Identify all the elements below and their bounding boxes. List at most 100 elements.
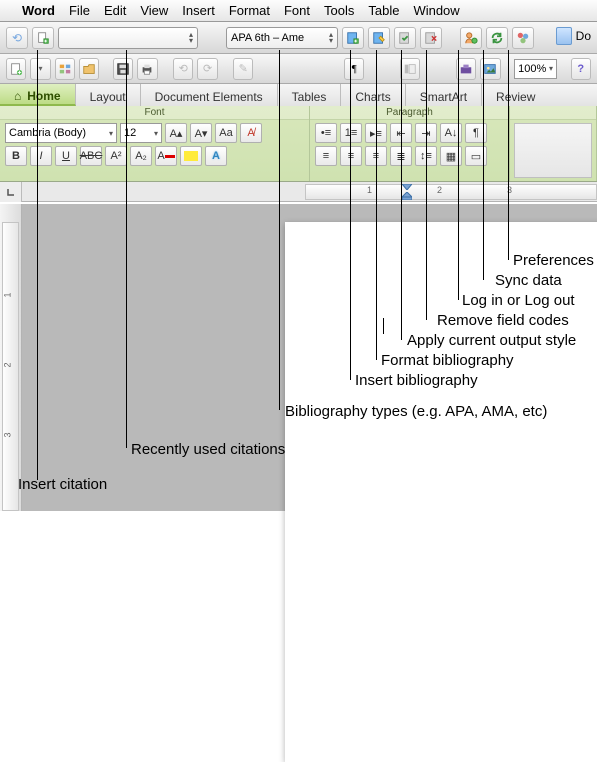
gear-multicolor-icon	[516, 31, 530, 45]
tab-tables-label: Tables	[292, 90, 327, 104]
insert-citation-button[interactable]	[32, 27, 54, 49]
undo-button[interactable]: ⟲	[173, 58, 193, 80]
zoom-field[interactable]: 100%▾	[514, 59, 557, 79]
anno-label-prefs: Preferences	[513, 252, 594, 269]
sidebar-toggle-button[interactable]	[400, 58, 420, 80]
tab-charts[interactable]: Charts	[341, 84, 405, 106]
menu-table[interactable]: Table	[368, 3, 399, 18]
horizontal-ruler[interactable]: 1 2 3	[22, 182, 597, 201]
menu-tools[interactable]: Tools	[324, 3, 354, 18]
italic-button[interactable]: I	[30, 146, 52, 166]
menu-font[interactable]: Font	[284, 3, 310, 18]
citation-back-button[interactable]: ⟲	[6, 27, 28, 49]
menu-format[interactable]: Format	[229, 3, 270, 18]
apply-output-style-button[interactable]	[394, 27, 416, 49]
superscript-button[interactable]: A²	[105, 146, 127, 166]
underline-button[interactable]: U	[55, 146, 77, 166]
ruler-num-1: 1	[367, 185, 372, 195]
document-icon	[556, 27, 572, 45]
anno-label-sync: Sync data	[495, 272, 562, 289]
change-case-button[interactable]: Aa	[215, 123, 237, 143]
text-effects-button[interactable]: A	[205, 146, 227, 166]
login-logout-button[interactable]	[460, 27, 482, 49]
bullets-button[interactable]: •≡	[315, 123, 337, 143]
tab-review-label: Review	[496, 90, 535, 104]
highlight-icon	[184, 151, 198, 161]
document-title-area: Do	[556, 27, 591, 45]
format-painter-button[interactable]: ✎	[233, 58, 253, 80]
ribbon-group-font: Font Cambria (Body)▾ 12▾ A▴ A▾ Aa A̸ B I…	[0, 106, 310, 181]
tab-tables[interactable]: Tables	[278, 84, 342, 106]
vertical-ruler[interactable]: 1 2 3	[0, 204, 22, 511]
open-wizard-button[interactable]: ▾	[30, 58, 50, 80]
highlight-button[interactable]	[180, 146, 202, 166]
anno-line-bib-types	[279, 50, 280, 410]
strikethrough-button[interactable]: ABC	[80, 146, 102, 166]
bibliography-style-dropdown[interactable]: APA 6th – Ame ▴▾	[226, 27, 338, 49]
mac-menubar: Word File Edit View Insert Format Font T…	[0, 0, 597, 22]
anno-label-format-bib: Format bibliography	[381, 352, 514, 369]
hanging-indent-marker[interactable]	[402, 192, 412, 200]
anno-label-remove-codes: Remove field codes	[437, 312, 569, 329]
ribbon-group-styles	[510, 106, 597, 181]
vruler-num-3: 3	[3, 432, 13, 437]
print-button[interactable]	[137, 58, 157, 80]
anno-line-remove-codes	[426, 50, 427, 320]
anno-line-recent-citations	[126, 50, 127, 448]
help-button[interactable]: ?	[571, 58, 591, 80]
document-title: Do	[576, 29, 591, 43]
app-menu[interactable]: Word	[22, 3, 55, 18]
anno-line-login	[458, 50, 459, 300]
clear-formatting-button[interactable]: A̸	[240, 123, 262, 143]
tab-selector[interactable]	[0, 182, 22, 202]
new-doc-button[interactable]	[6, 58, 26, 80]
format-bibliography-button[interactable]	[368, 27, 390, 49]
align-center-button[interactable]: ≡	[340, 146, 362, 166]
bold-button[interactable]: B	[5, 146, 27, 166]
first-line-indent-marker[interactable]	[402, 184, 412, 190]
anno-line-apply-style	[401, 50, 402, 340]
font-group-header: Font	[0, 106, 309, 120]
redo-button[interactable]: ⟳	[197, 58, 217, 80]
save-button[interactable]	[113, 58, 133, 80]
recent-citations-dropdown[interactable]: ▴▾	[58, 27, 198, 49]
styles-gallery[interactable]	[514, 123, 592, 178]
tab-smartart[interactable]: SmartArt	[406, 84, 482, 106]
tab-charts-label: Charts	[355, 90, 390, 104]
tab-document-elements[interactable]: Document Elements	[141, 84, 278, 106]
grow-font-button[interactable]: A▴	[165, 123, 187, 143]
tab-review[interactable]: Review	[482, 84, 597, 106]
insert-bibliography-button[interactable]	[342, 27, 364, 49]
preferences-button[interactable]	[512, 27, 534, 49]
sync-data-button[interactable]	[486, 27, 508, 49]
tab-layout[interactable]: Layout	[76, 84, 141, 106]
menu-edit[interactable]: Edit	[104, 3, 126, 18]
menu-insert[interactable]: Insert	[182, 3, 215, 18]
menu-view[interactable]: View	[140, 3, 168, 18]
font-color-button[interactable]: A	[155, 146, 177, 166]
show-formatting-button[interactable]: ¶	[344, 58, 364, 80]
bibliography-format-icon	[372, 31, 386, 45]
bibliography-style-value: APA 6th – Ame	[231, 32, 304, 44]
ruler-num-2: 2	[437, 185, 442, 195]
templates-button[interactable]	[55, 58, 75, 80]
align-left-button[interactable]: ≡	[315, 146, 337, 166]
subscript-button[interactable]: A₂	[130, 146, 152, 166]
anno-line-insert-bib	[350, 50, 351, 380]
tab-docel-label: Document Elements	[155, 90, 263, 104]
anno-line-sync	[483, 50, 484, 280]
open-button[interactable]	[79, 58, 99, 80]
anno-line-format-bib	[376, 50, 377, 360]
shrink-font-button[interactable]: A▾	[190, 123, 212, 143]
font-name-value: Cambria (Body)	[9, 127, 86, 139]
menu-window[interactable]: Window	[413, 3, 459, 18]
anno-label-login: Log in or Log out	[462, 292, 575, 309]
anno-label-bib-types: Bibliography types (e.g. APA, AMA, etc)	[285, 403, 547, 420]
font-name-field[interactable]: Cambria (Body)▾	[5, 123, 117, 143]
remove-field-codes-button[interactable]	[420, 27, 442, 49]
zoom-value: 100%	[518, 63, 546, 75]
menu-file[interactable]: File	[69, 3, 90, 18]
anno-label-insert-citation: Insert citation	[18, 476, 107, 493]
numbering-button[interactable]: 1≡	[340, 123, 362, 143]
document-plus-icon	[36, 31, 50, 45]
